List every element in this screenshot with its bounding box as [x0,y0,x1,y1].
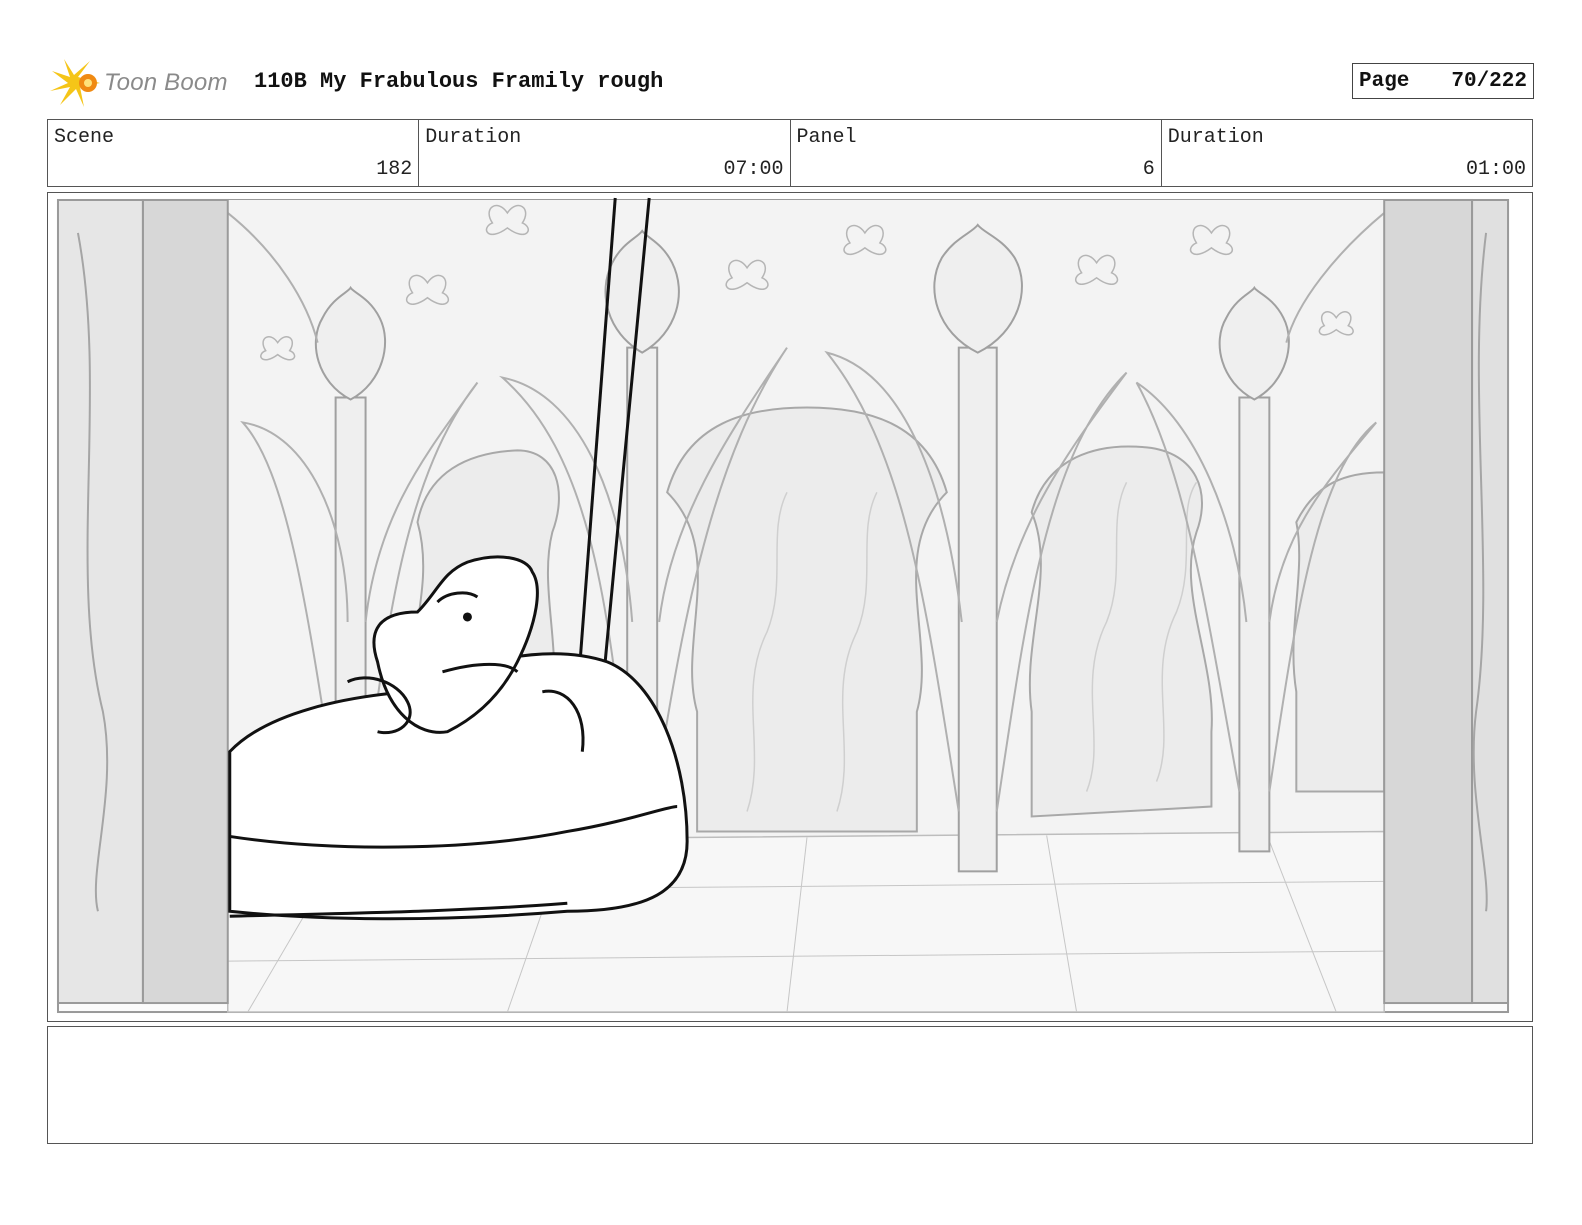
page-indicator: Page 70/222 [1352,63,1534,99]
panel-label: Panel [796,126,857,149]
scene-cell: Scene 182 [48,120,420,186]
scene-duration-cell: Duration 07:00 [419,120,791,186]
scene-duration-label: Duration [425,126,522,149]
panel-notes-box [47,1026,1533,1144]
document-title: 110B My Frabulous Framily rough [254,69,664,94]
brand-name: Toon Boom [104,69,228,96]
panel-info-row: Scene 182 Duration 07:00 Panel 6 Duratio… [47,119,1533,187]
scene-number: 182 [376,158,413,181]
panel-duration-cell: Duration 01:00 [1162,120,1532,186]
panel-drawing [56,197,1510,1014]
panel-cell: Panel 6 [791,120,1162,186]
toon-boom-logo: Toon Boom [50,56,228,110]
page-label: Page [1359,69,1410,93]
panel-number: 6 [1142,158,1155,181]
scene-duration-value: 07:00 [723,158,784,181]
scene-label: Scene [54,126,115,149]
storyboard-header: Toon Boom 110B My Frabulous Framily roug… [50,56,1534,110]
panel-duration-value: 01:00 [1465,158,1526,181]
page-number: 70/222 [1451,69,1527,93]
starburst-logo-icon [50,59,100,107]
storyboard-panel-image [47,192,1533,1022]
panel-duration-label: Duration [1167,126,1264,149]
